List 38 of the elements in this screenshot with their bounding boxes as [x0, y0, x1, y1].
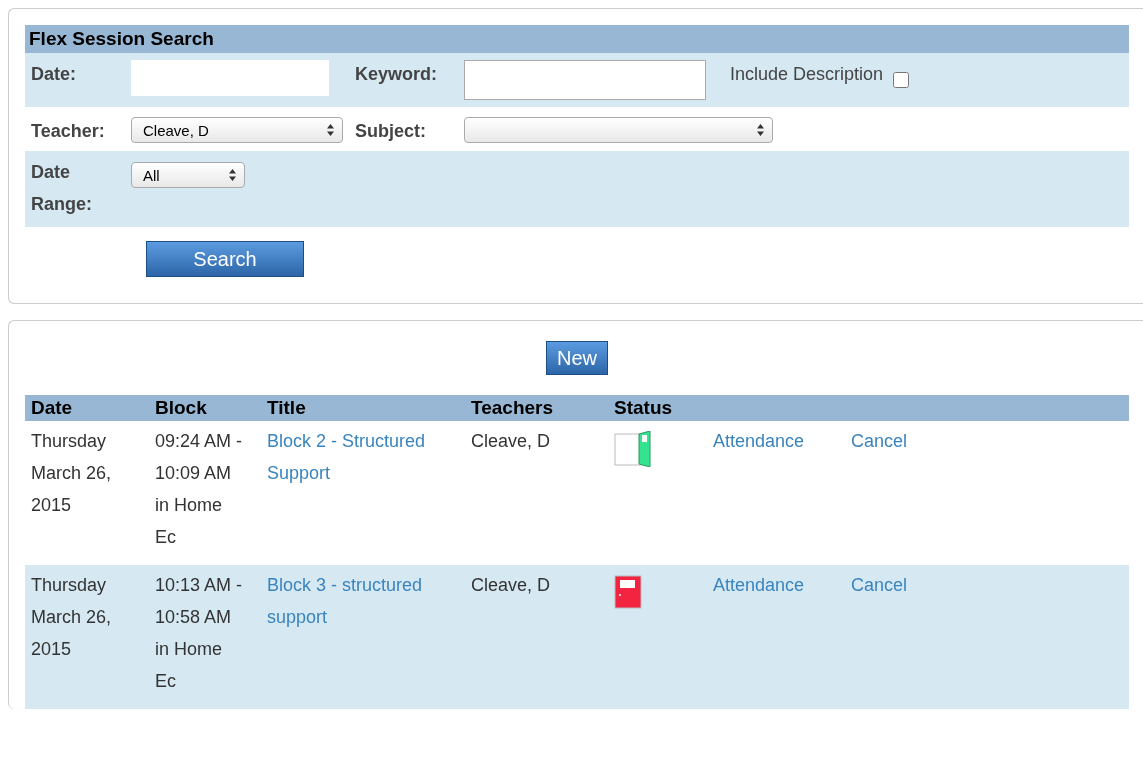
field-label: Range: — [31, 193, 93, 216]
date-cell-text: Thursday March 26, 2015 — [31, 430, 113, 517]
search-button[interactable]: Search — [146, 241, 304, 277]
location-text: in Home Ec — [155, 494, 224, 549]
stepper-icon — [757, 124, 764, 136]
column-header: Date — [25, 395, 149, 421]
stepper-icon — [229, 169, 236, 181]
select-value: All — [143, 166, 160, 184]
date-range-select[interactable]: All — [131, 162, 245, 188]
stepper-icon — [327, 124, 334, 136]
date-field[interactable] — [131, 60, 329, 96]
cancel-link[interactable]: Cancel — [851, 575, 908, 595]
teacher-cell-text: Cleave, D — [471, 430, 552, 453]
field-label: Keyword: — [355, 63, 438, 86]
keyword-field[interactable] — [464, 60, 706, 100]
attendance-link[interactable]: Attendance — [713, 575, 805, 595]
panel-title: Flex Session Search — [25, 25, 1129, 53]
attendance-link[interactable]: Attendance — [713, 431, 805, 451]
location-text: in Home Ec — [155, 638, 224, 693]
column-header: Title — [261, 395, 465, 421]
column-header: Status — [608, 395, 707, 421]
field-label: Date: — [31, 63, 77, 86]
subject-select[interactable] — [464, 117, 773, 143]
field-label: Teacher: — [31, 120, 106, 143]
date-cell-text: Thursday March 26, 2015 — [31, 574, 113, 661]
column-header: Teachers — [465, 395, 608, 421]
field-label: Date — [31, 161, 71, 184]
column-header: Block — [149, 395, 261, 421]
teacher-cell-text: Cleave, D — [471, 574, 552, 597]
teacher-select[interactable]: Cleave, D — [131, 117, 343, 143]
session-title-link[interactable]: Block 2 - Structured Support — [267, 425, 459, 489]
session-title-link[interactable]: Block 3 - structured support — [267, 569, 459, 633]
include-description-checkbox[interactable] — [893, 72, 910, 88]
field-label: Include Description — [730, 63, 884, 86]
select-value: Cleave, D — [143, 121, 209, 139]
new-button[interactable]: New — [546, 341, 608, 375]
field-label: Subject: — [355, 120, 427, 143]
cancel-link[interactable]: Cancel — [851, 431, 908, 451]
